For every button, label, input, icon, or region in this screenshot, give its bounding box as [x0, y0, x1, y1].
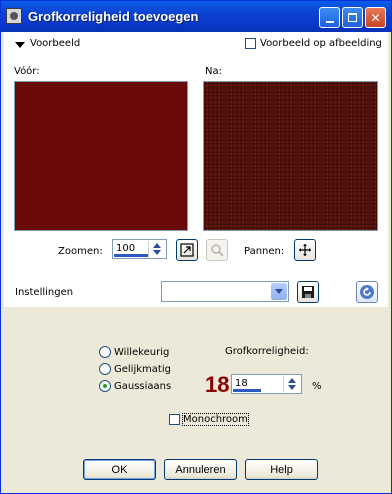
preview-on-image-label[interactable]: Voorbeeld op afbeelding — [260, 38, 382, 49]
close-button[interactable]: ✕ — [365, 7, 386, 28]
radio-label-gaussiaans[interactable]: Gaussiaans — [114, 381, 171, 392]
grain-unit: % — [312, 381, 322, 392]
maximize-icon — [348, 13, 357, 22]
window-title: Grofkorreligheid toevoegen — [28, 9, 199, 24]
preview-on-image-checkbox[interactable] — [245, 38, 256, 49]
preview-area: Vóór: Na: Zoomen: 100 Pannen: — [4, 57, 388, 277]
save-preset-button[interactable] — [297, 281, 319, 303]
grain-slider-bar[interactable] — [233, 389, 261, 392]
chevron-down-icon[interactable] — [271, 283, 287, 300]
zoom-spin-arrows[interactable] — [148, 241, 165, 257]
pan-label: Pannen: — [244, 246, 285, 257]
grain-spin-arrows[interactable] — [283, 376, 300, 392]
before-label: Vóór: — [14, 66, 40, 77]
monochrome-checkbox[interactable] — [169, 414, 180, 425]
pan-button[interactable] — [294, 239, 316, 261]
reset-button[interactable] — [356, 281, 378, 303]
help-button[interactable]: Help — [245, 459, 318, 480]
dialog-window: Grofkorreligheid toevoegen ✕ Voorbeeld V… — [0, 0, 392, 494]
grain-value[interactable]: 18 — [235, 378, 248, 389]
minimize-button[interactable] — [319, 7, 340, 28]
spin-up-icon[interactable] — [153, 243, 161, 248]
after-preview-image[interactable] — [203, 81, 378, 231]
reset-arrow-icon — [360, 285, 374, 299]
cancel-button[interactable]: Annuleren — [164, 459, 237, 480]
zoom-stepper[interactable]: 100 — [112, 239, 167, 259]
save-icon — [302, 286, 314, 298]
grain-stepper[interactable]: 18 — [231, 374, 302, 394]
magnifier-icon — [211, 244, 224, 257]
zoom-value[interactable]: 100 — [116, 243, 135, 254]
title-bar[interactable]: Grofkorreligheid toevoegen ✕ — [1, 1, 391, 32]
grain-value-display: 18 — [205, 372, 230, 397]
preview-header: Voorbeeld Voorbeeld op afbeelding — [4, 32, 388, 57]
settings-label: Instellingen — [15, 287, 74, 298]
maximize-button[interactable] — [342, 7, 363, 28]
radio-willekeurig[interactable] — [99, 346, 111, 358]
close-icon: ✕ — [370, 10, 381, 25]
preview-label[interactable]: Voorbeeld — [30, 38, 80, 49]
spin-down-icon[interactable] — [288, 385, 296, 390]
ok-button[interactable]: OK — [83, 459, 156, 480]
zoom-slider-bar[interactable] — [114, 254, 148, 257]
spin-down-icon[interactable] — [153, 250, 161, 255]
radio-label-willekeurig[interactable]: Willekeurig — [114, 347, 169, 358]
preset-select[interactable] — [161, 281, 289, 302]
monochrome-label[interactable]: Monochroom — [182, 413, 249, 426]
settings-bar: Instellingen — [4, 277, 388, 307]
grain-label: Grofkorreligheid: — [225, 346, 309, 357]
collapse-triangle-icon[interactable] — [15, 42, 25, 48]
zoom-fit-icon — [180, 243, 194, 257]
minimize-icon — [325, 20, 334, 23]
radio-gaussiaans[interactable] — [99, 380, 111, 392]
zoom-label: Zoomen: — [58, 246, 103, 257]
app-icon — [6, 8, 22, 24]
pan-move-icon — [299, 244, 311, 256]
radio-gelijkmatig[interactable] — [99, 363, 111, 375]
radio-label-gelijkmatig[interactable]: Gelijkmatig — [114, 364, 171, 375]
spin-up-icon[interactable] — [288, 378, 296, 383]
before-preview-image[interactable] — [14, 81, 188, 231]
zoom-fit-button[interactable] — [176, 239, 198, 261]
after-label: Na: — [205, 66, 222, 77]
zoom-actual-button[interactable] — [206, 239, 228, 261]
